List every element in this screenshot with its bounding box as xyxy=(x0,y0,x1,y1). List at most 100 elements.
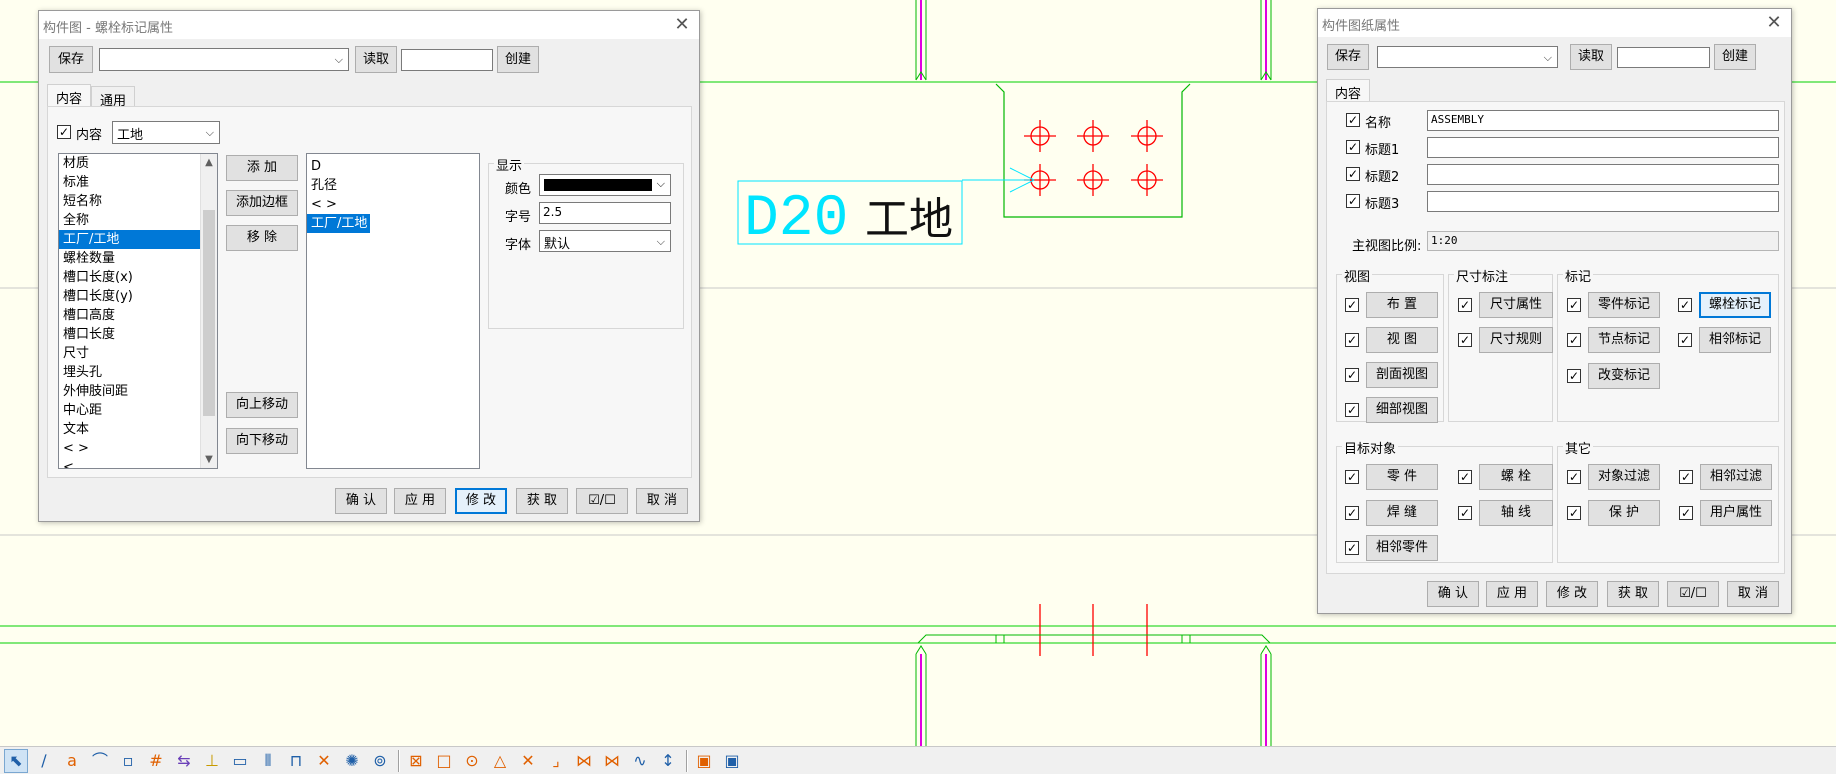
mark-button[interactable]: 螺栓标记 xyxy=(1699,292,1771,318)
rectangle-icon[interactable]: ▫ xyxy=(116,749,140,773)
link-icon[interactable]: ⊚ xyxy=(368,749,392,773)
dimension-icon[interactable]: ⊓ xyxy=(284,749,308,773)
mark-button[interactable]: 零件标记 xyxy=(1588,292,1660,318)
selected-element-item[interactable]: < > xyxy=(307,195,479,214)
toggle-all-button[interactable]: ☑/☐ xyxy=(576,488,628,514)
other-button[interactable]: 对象过滤 xyxy=(1588,464,1660,490)
load-button[interactable]: 读取 xyxy=(355,46,397,73)
preset-select[interactable]: ⌵ xyxy=(1377,46,1558,68)
snap-circle-icon[interactable]: ⊙ xyxy=(460,749,484,773)
explode-icon[interactable]: ✺ xyxy=(340,749,364,773)
load-button[interactable]: 读取 xyxy=(1570,44,1612,70)
object-checkbox[interactable]: ✓ xyxy=(1458,470,1472,484)
available-element-item[interactable]: 文本 xyxy=(59,420,217,439)
close-icon[interactable]: ✕ xyxy=(671,14,693,36)
dimension-button[interactable]: 尺寸规则 xyxy=(1479,327,1553,353)
view-button[interactable]: 布 置 xyxy=(1366,292,1438,318)
snap-line-icon[interactable]: ∿ xyxy=(628,749,652,773)
available-element-item[interactable]: 材质 xyxy=(59,154,217,173)
object-checkbox[interactable]: ✓ xyxy=(1345,541,1359,555)
available-element-item[interactable]: 标准 xyxy=(59,173,217,192)
object-button[interactable]: 轴 线 xyxy=(1479,500,1553,526)
mark-button[interactable]: 改变标记 xyxy=(1588,363,1660,389)
available-element-item[interactable]: < > xyxy=(59,439,217,458)
scroll-thumb[interactable] xyxy=(203,210,215,416)
arc-icon[interactable]: ⌒ xyxy=(88,749,112,773)
other-checkbox[interactable]: ✓ xyxy=(1679,506,1693,520)
available-element-item[interactable]: 槽口长度 xyxy=(59,325,217,344)
ok-button[interactable]: 确 认 xyxy=(335,488,387,514)
field-input[interactable] xyxy=(1427,164,1779,185)
modify-button[interactable]: 修 改 xyxy=(1546,581,1598,607)
view-button[interactable]: 细部视图 xyxy=(1366,397,1438,423)
field-checkbox[interactable]: ✓ xyxy=(1346,140,1360,154)
field-input[interactable] xyxy=(1427,137,1779,158)
modify-button[interactable]: 修 改 xyxy=(455,488,507,514)
available-element-item[interactable]: 中心距 xyxy=(59,401,217,420)
move-icon[interactable]: ⇆ xyxy=(172,749,196,773)
available-element-item[interactable]: 外伸肢间距 xyxy=(59,382,217,401)
select-icon[interactable]: ⬉ xyxy=(4,749,28,773)
mark-button[interactable]: 节点标记 xyxy=(1588,327,1660,353)
text-icon[interactable]: a xyxy=(60,749,84,773)
hatch-icon[interactable]: ✕ xyxy=(312,749,336,773)
new-preset-name-input[interactable] xyxy=(401,49,493,71)
available-element-item[interactable]: 工厂/工地 xyxy=(59,230,217,249)
cancel-button[interactable]: 取 消 xyxy=(636,488,688,514)
view-checkbox[interactable]: ✓ xyxy=(1345,368,1359,382)
snap-intersection-icon[interactable]: ⋈ xyxy=(600,749,624,773)
mark-checkbox[interactable]: ✓ xyxy=(1678,333,1692,347)
mark-checkbox[interactable]: ✓ xyxy=(1567,298,1581,312)
save-button[interactable]: 保存 xyxy=(1327,44,1369,70)
mark-checkbox[interactable]: ✓ xyxy=(1678,298,1692,312)
snap-extension-icon[interactable]: ↕ xyxy=(656,749,680,773)
other-checkbox[interactable]: ✓ xyxy=(1567,506,1581,520)
snap-cross-icon[interactable]: ✕ xyxy=(516,749,540,773)
location-select[interactable]: 工地 ⌵ xyxy=(112,121,220,144)
toggle-all-button[interactable]: ☑/☐ xyxy=(1667,581,1719,607)
object-checkbox[interactable]: ✓ xyxy=(1458,506,1472,520)
selected-element-item[interactable]: D xyxy=(307,157,479,176)
add-frame-button[interactable]: 添加边框 xyxy=(226,190,298,216)
ok-button[interactable]: 确 认 xyxy=(1427,581,1479,607)
mark-button[interactable]: 相邻标记 xyxy=(1699,327,1771,353)
available-elements-list[interactable]: 材质 标准 短名称 全称 工厂/工地 螺栓数量 槽口长度(x) 槽口长度(y) 槽口高度 槽口长度… xyxy=(58,153,218,469)
move-down-button[interactable]: 向下移动 xyxy=(226,428,298,454)
remove-button[interactable]: 移 除 xyxy=(226,225,298,251)
snap-any-icon[interactable]: ▣ xyxy=(720,749,744,773)
tab-content[interactable]: 内容 xyxy=(47,84,92,107)
snap-box-icon[interactable]: □ xyxy=(432,749,456,773)
save-button[interactable]: 保存 xyxy=(49,46,93,73)
move-up-button[interactable]: 向上移动 xyxy=(226,392,298,418)
rebar-icon[interactable]: ⦀ xyxy=(256,749,280,773)
snap-point-icon[interactable]: ▣ xyxy=(692,749,716,773)
field-input[interactable] xyxy=(1427,191,1779,212)
weld-icon[interactable]: ⊥ xyxy=(200,749,224,773)
available-element-item[interactable]: 螺栓数量 xyxy=(59,249,217,268)
content-checkbox[interactable]: ✓ xyxy=(57,125,71,139)
available-element-item[interactable]: 全称 xyxy=(59,211,217,230)
object-button[interactable]: 相邻零件 xyxy=(1366,535,1438,561)
mark-checkbox[interactable]: ✓ xyxy=(1567,369,1581,383)
object-checkbox[interactable]: ✓ xyxy=(1345,506,1359,520)
dimension-checkbox[interactable]: ✓ xyxy=(1458,333,1472,347)
grid-snap-icon[interactable]: # xyxy=(144,749,168,773)
available-element-item[interactable]: 槽口长度(y) xyxy=(59,287,217,306)
selected-elements-list[interactable]: D 孔径 < > 工厂/工地 xyxy=(306,153,480,469)
object-button[interactable]: 螺 栓 xyxy=(1479,464,1553,490)
available-list-scrollbar[interactable]: ▲ ▼ xyxy=(200,154,217,468)
create-button[interactable]: 创建 xyxy=(497,46,539,73)
tab-content[interactable]: 内容 xyxy=(1326,79,1371,102)
tab-general[interactable]: 通用 xyxy=(91,86,136,109)
view-checkbox[interactable]: ✓ xyxy=(1345,298,1359,312)
field-checkbox[interactable]: ✓ xyxy=(1346,113,1360,127)
view-button[interactable]: 视 图 xyxy=(1366,327,1438,353)
font-select[interactable]: 默认 ⌵ xyxy=(539,230,671,252)
main-view-scale-input[interactable]: 1:20 xyxy=(1427,231,1779,251)
dimension-checkbox[interactable]: ✓ xyxy=(1458,298,1472,312)
snap-triangle-icon[interactable]: △ xyxy=(488,749,512,773)
field-input[interactable]: ASSEMBLY xyxy=(1427,110,1779,131)
dimension-button[interactable]: 尺寸属性 xyxy=(1479,292,1553,318)
field-checkbox[interactable]: ✓ xyxy=(1346,167,1360,181)
apply-button[interactable]: 应 用 xyxy=(394,488,446,514)
